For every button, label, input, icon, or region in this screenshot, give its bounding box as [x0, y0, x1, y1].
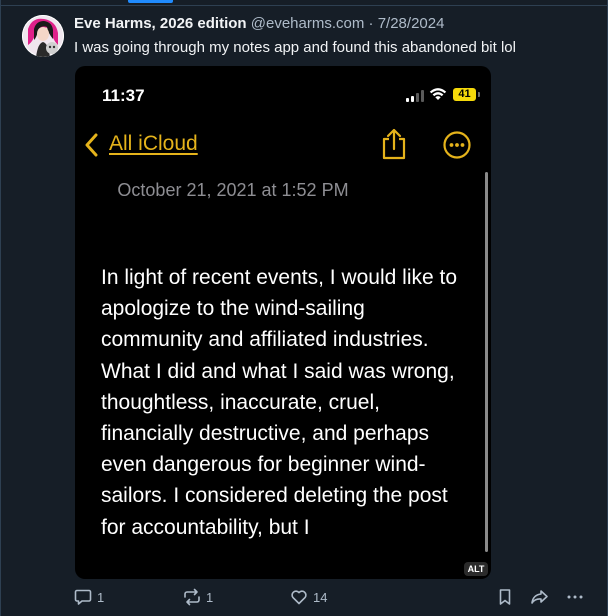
- post-header: Eve Harms, 2026 edition @eveharms.com · …: [74, 15, 444, 33]
- repost-count: 1: [206, 589, 214, 605]
- battery-level: 41: [453, 88, 476, 101]
- share-icon: [382, 128, 406, 160]
- reply-count: 1: [97, 589, 105, 605]
- post-date[interactable]: 7/28/2024: [378, 15, 445, 32]
- like-button[interactable]: 14: [290, 588, 327, 606]
- wifi-icon: [429, 88, 447, 100]
- repost-icon: [184, 588, 200, 606]
- avatar[interactable]: [22, 15, 64, 57]
- repost-button[interactable]: 1: [183, 588, 213, 606]
- scroll-indicator: [485, 172, 488, 552]
- note-line: for accountability, but I: [101, 515, 310, 539]
- feed-left-border: [0, 0, 1, 616]
- more-circle-icon: [443, 131, 471, 159]
- active-tab-indicator: [128, 0, 173, 3]
- note-line: apologize to the wind-sailing: [101, 297, 365, 321]
- cell-signal-icon: [406, 90, 424, 102]
- bookmark-button[interactable]: [496, 588, 514, 606]
- post-text: I was going through my notes app and fou…: [74, 39, 516, 56]
- back-to-all-icloud: All iCloud: [109, 132, 198, 155]
- post-actions: 1 1 14: [74, 588, 594, 608]
- share-arrow-icon: [531, 590, 548, 604]
- heart-icon: [291, 590, 307, 605]
- more-dots-icon: [567, 595, 583, 599]
- like-count: 14: [313, 589, 328, 605]
- avatar-image: [22, 15, 64, 57]
- note-line: What I did and what I said was wrong,: [101, 359, 455, 383]
- alt-text-badge[interactable]: ALT: [464, 562, 488, 576]
- handle[interactable]: @eveharms.com: [251, 15, 365, 32]
- display-name[interactable]: Eve Harms, 2026 edition: [74, 15, 247, 32]
- note-line: community and affiliated industries.: [101, 328, 429, 352]
- note-line: In light of recent events, I would like …: [101, 266, 458, 289]
- more-options-button[interactable]: [566, 588, 584, 606]
- reply-button[interactable]: 1: [74, 588, 104, 606]
- reply-icon: [74, 589, 92, 605]
- post-image[interactable]: 11:37 41 All iCloud October 21, 2021 at …: [75, 66, 491, 579]
- note-date: October 21, 2021 at 1:52 PM: [117, 180, 349, 200]
- phone-status-time: 11:37: [102, 86, 145, 105]
- chevron-left-icon: [85, 133, 98, 157]
- note-body: In light of recent events, I would like …: [101, 262, 481, 543]
- battery-tip: [478, 92, 480, 97]
- note-line: sailors. I considered deleting the post: [101, 484, 448, 508]
- note-line: thoughtless, inaccurate, cruel,: [101, 390, 380, 414]
- share-button[interactable]: [530, 588, 550, 606]
- bookmark-icon: [499, 589, 511, 605]
- note-line: financially destructive, and perhaps: [101, 422, 430, 446]
- note-line: even dangerous for beginner wind-: [101, 453, 426, 477]
- separator-dot: ·: [368, 15, 374, 32]
- top-divider: [0, 5, 608, 6]
